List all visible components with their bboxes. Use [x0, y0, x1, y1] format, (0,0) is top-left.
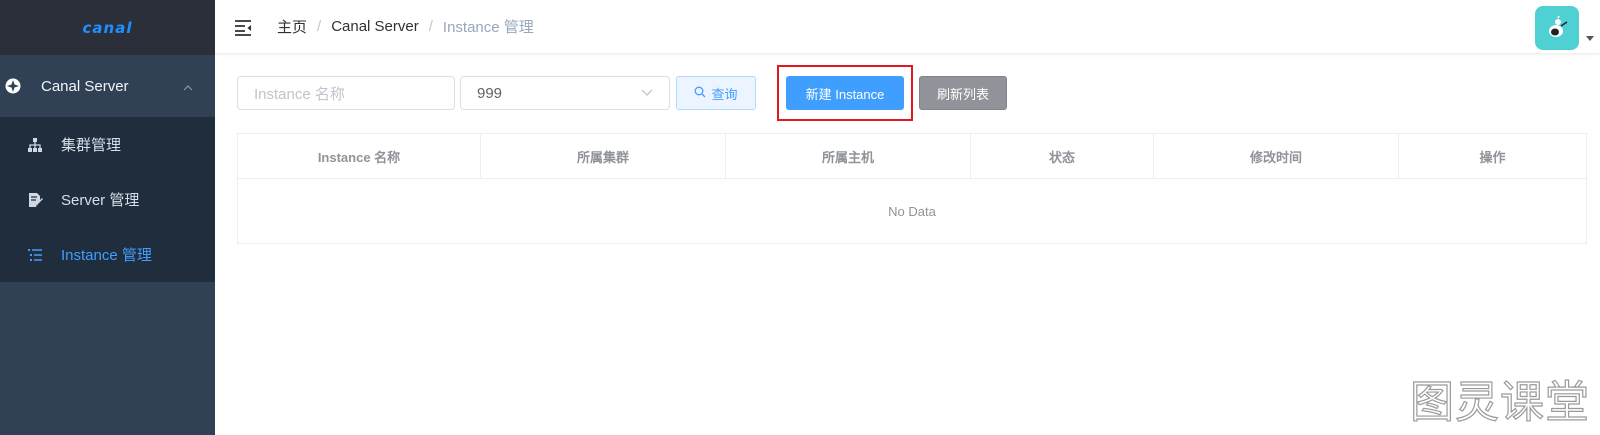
main: 主页 / Canal Server / Instance 管理 Instance…: [215, 0, 1600, 435]
sidebar-item-instance[interactable]: Instance 管理: [0, 227, 215, 282]
instance-name-input[interactable]: Instance 名称: [237, 76, 455, 110]
sitemap-icon: [27, 137, 43, 153]
sidebar-group-canal-server[interactable]: Canal Server: [0, 55, 215, 117]
app: canal Canal Server 集群管理 Server 管理 Instan…: [0, 0, 1600, 435]
query-button[interactable]: 查询: [676, 76, 756, 110]
sidebar-item-cluster[interactable]: 集群管理: [0, 117, 215, 172]
refresh-list-button[interactable]: 刷新列表: [919, 76, 1007, 110]
avatar-image: [1549, 15, 1568, 37]
cluster-select-value: 999: [477, 84, 503, 102]
breadcrumb: 主页 / Canal Server / Instance 管理: [277, 16, 534, 37]
sidebar-item-label: Instance 管理: [61, 247, 152, 264]
navbar: 主页 / Canal Server / Instance 管理: [215, 0, 1600, 54]
edit-doc-icon: [27, 192, 43, 208]
filter-toolbar: Instance 名称 999 查询 新建 Instance 刷新列表: [237, 65, 1007, 121]
column-header: 所属集群: [481, 134, 726, 178]
sidebar: canal Canal Server 集群管理 Server 管理 Instan…: [0, 0, 215, 435]
breadcrumb-canal-server[interactable]: Canal Server: [331, 18, 419, 35]
chevron-down-icon: [641, 85, 653, 102]
avatar[interactable]: [1535, 6, 1579, 50]
breadcrumb-separator: /: [317, 18, 322, 35]
sidebar-group-label: Canal Server: [41, 77, 129, 95]
sidebar-item-server[interactable]: Server 管理: [0, 172, 215, 227]
column-header: Instance 名称: [238, 134, 481, 178]
highlight-box: 新建 Instance: [777, 65, 913, 121]
table-header: Instance 名称 所属集群 所属主机 状态 修改时间 操作: [238, 134, 1586, 179]
sidebar-item-label: 集群管理: [61, 137, 122, 154]
list-icon: [27, 247, 43, 263]
sidebar-item-label: Server 管理: [61, 192, 140, 209]
column-header: 修改时间: [1154, 134, 1399, 178]
menu-fold-icon[interactable]: [233, 17, 253, 37]
watermark: 图灵课堂: [1409, 376, 1590, 428]
column-header: 所属主机: [726, 134, 971, 178]
logo: canal: [82, 18, 133, 37]
compass-icon: [5, 78, 21, 94]
breadcrumb-separator: /: [428, 18, 433, 35]
instance-table: Instance 名称 所属集群 所属主机 状态 修改时间 操作 No Data: [237, 133, 1587, 244]
new-instance-button[interactable]: 新建 Instance: [786, 76, 904, 110]
breadcrumb-current: Instance 管理: [442, 19, 534, 36]
query-button-label: 查询: [711, 86, 738, 102]
caret-down-icon[interactable]: [1586, 36, 1594, 41]
logo-bar[interactable]: canal: [0, 0, 215, 55]
column-header: 状态: [971, 134, 1154, 178]
search-icon: [694, 86, 706, 101]
column-header: 操作: [1479, 149, 1506, 165]
submenu: 集群管理 Server 管理 Instance 管理: [0, 117, 215, 282]
empty-text: No Data: [888, 203, 936, 219]
chevron-up-icon: [183, 80, 193, 91]
cluster-select[interactable]: 999: [460, 76, 670, 110]
breadcrumb-home[interactable]: 主页: [277, 16, 307, 37]
